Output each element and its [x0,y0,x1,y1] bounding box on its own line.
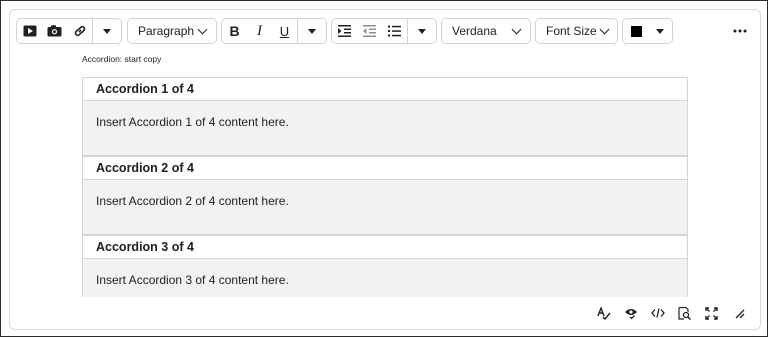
underline-button[interactable]: U [272,19,297,43]
accordion-title[interactable]: Accordion 3 of 4 [82,235,688,259]
underline-icon: U [279,23,290,39]
italic-icon: I [257,22,262,39]
bold-button[interactable]: B [222,19,247,43]
accordion-item: Accordion 1 of 4 Insert Accordion 1 of 4… [82,77,688,156]
caret-down-icon [656,28,664,34]
indent-icon [338,25,351,37]
caret-down-icon [308,28,316,34]
font-size-value: Font Size [546,24,597,38]
paragraph-group [331,18,437,44]
chevron-down-icon [511,24,522,34]
insert-media-icon [23,25,36,37]
html-editor: Paragraph B I U Verdana Font Size Accord… [9,9,761,330]
accordion-body[interactable]: Insert Accordion 3 of 4 content here. [82,259,688,297]
outdent-icon [363,25,376,37]
accessibility-check-icon [624,308,637,319]
caret-down-icon [103,28,111,34]
text-color-picker[interactable] [622,18,673,44]
editor-toolbar: Paragraph B I U Verdana Font Size [10,10,760,52]
more-options-button[interactable] [728,19,752,43]
paragraph-more-dropdown[interactable] [408,19,436,43]
bulleted-list-icon [388,25,401,37]
editor-content[interactable]: Accordion 1 of 4 Insert Accordion 1 of 4… [82,77,688,297]
insert-group [16,18,122,44]
preview-icon [678,306,691,320]
chevron-down-icon [197,24,208,34]
text-color-swatch [631,25,642,37]
more-options-icon [733,29,747,33]
font-family-select[interactable]: Verdana [441,18,531,44]
accordion-body[interactable]: Insert Accordion 1 of 4 content here. [82,101,688,156]
insert-image-button[interactable] [42,19,67,43]
font-size-select[interactable]: Font Size [535,18,618,44]
accordion-item: Accordion 2 of 4 Insert Accordion 2 of 4… [82,156,688,235]
editor-statusbar [590,303,752,323]
italic-button[interactable]: I [247,19,272,43]
source-code-button[interactable] [644,303,671,323]
indent-button[interactable] [332,19,357,43]
format-block-select[interactable]: Paragraph [127,18,217,44]
fullscreen-icon [705,306,718,320]
bold-icon: B [229,23,240,39]
spell-check-icon [596,306,611,320]
insert-link-button[interactable] [67,19,92,43]
source-code-icon [650,308,665,318]
font-family-value: Verdana [452,24,497,38]
outdent-button[interactable] [357,19,382,43]
insert-more-dropdown[interactable] [93,19,121,43]
fullscreen-button[interactable] [698,303,725,323]
insert-media-button[interactable] [17,19,42,43]
accordion-body[interactable]: Insert Accordion 2 of 4 content here. [82,180,688,235]
accordion-start-marker: Accordion: start copy [82,54,162,64]
preview-button[interactable] [671,303,698,323]
format-block-value: Paragraph [138,24,195,38]
accordion-title[interactable]: Accordion 1 of 4 [82,77,688,101]
text-style-more-dropdown[interactable] [298,19,326,43]
resize-handle-icon [735,309,744,319]
accordion-title[interactable]: Accordion 2 of 4 [82,156,688,180]
bulleted-list-button[interactable] [382,19,407,43]
accessibility-check-button[interactable] [617,303,644,323]
spell-check-button[interactable] [590,303,617,323]
insert-link-icon [74,25,85,37]
caret-down-icon [418,28,426,34]
text-style-group: B I U [221,18,327,44]
accordion-item: Accordion 3 of 4 Insert Accordion 3 of 4… [82,235,688,297]
chevron-down-icon [599,24,610,34]
insert-image-icon [47,25,62,37]
resize-handle[interactable] [725,303,752,323]
window-frame: Paragraph B I U Verdana Font Size Accord… [0,0,768,337]
